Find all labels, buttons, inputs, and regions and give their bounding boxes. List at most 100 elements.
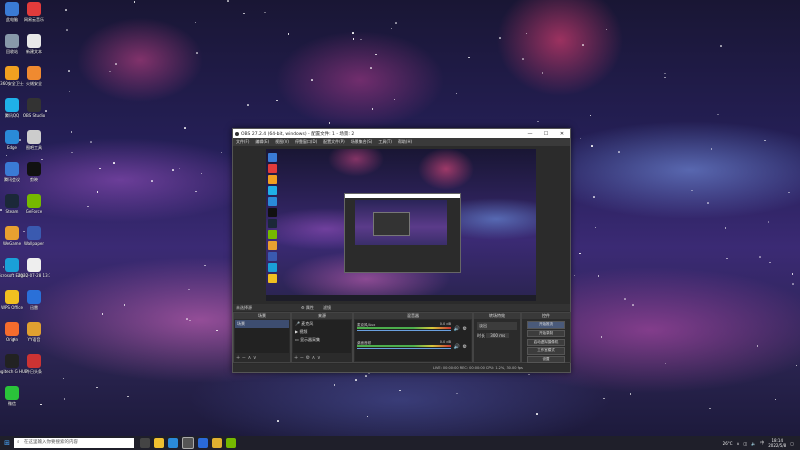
volume-slider[interactable] (357, 348, 451, 349)
system-tray: 26°C ∧ ◫ 🔈 中 18:14 2022/5/8 ▢ (723, 438, 800, 448)
source-item[interactable]: 🎤 麦克风 (293, 320, 351, 328)
studio-mode-button[interactable]: 工作室模式 (527, 347, 565, 355)
desktop-shortcut[interactable]: 剪映 (18, 162, 50, 182)
gear-icon[interactable]: ⚙ (463, 326, 467, 332)
mixer-dock: 混音器 麦克风/Aux 0.0 dB 🔊 ⚙ 桌面音频 0.0 dB 🔊 ⚙ (353, 312, 473, 363)
preview-taskbar (266, 295, 536, 301)
menu-tools[interactable]: 工具(T) (375, 139, 395, 145)
close-button[interactable]: ✕ (554, 131, 570, 137)
controls-dock: 控件 开始推流 开始录制 启动虚拟摄像机 工作室模式 设置 退出 (521, 312, 571, 373)
menu-docks[interactable]: 停靠窗口(D) (292, 139, 320, 145)
gear-icon[interactable]: ⚙ (306, 355, 310, 361)
duration-input[interactable]: 300 ms (486, 333, 510, 338)
properties-button[interactable]: ⚙ 属性 (301, 304, 314, 311)
move-down-icon[interactable]: ∨ (253, 355, 257, 361)
desktop-shortcut[interactable]: 今日头条 (18, 354, 50, 374)
app-icon[interactable] (226, 438, 236, 448)
app-icon (27, 354, 41, 368)
menu-profile[interactable]: 配置文件(P) (320, 139, 348, 145)
app-icon (5, 258, 19, 272)
minimize-button[interactable]: — (522, 131, 538, 137)
volume-slider[interactable] (357, 330, 451, 331)
ime-indicator[interactable]: 中 (760, 440, 764, 446)
mic-icon: 🎤 (295, 321, 300, 326)
speaker-icon[interactable]: 🔈 (751, 441, 756, 446)
sources-list: 🎤 麦克风 ▶ 视频 ▭ 显示器采集 (293, 320, 351, 353)
gear-icon[interactable]: ⚙ (463, 344, 467, 350)
desktop-shortcut[interactable]: OBS Studio (18, 98, 50, 118)
menu-scene-collection[interactable]: 场景集合(S) (348, 139, 376, 145)
move-up-icon[interactable]: ∧ (248, 355, 252, 361)
obs-window[interactable]: OBS 27.2.4 (64-bit, windows) - 配置文件: 1 -… (232, 128, 571, 373)
app-icon (5, 66, 19, 80)
start-recording-button[interactable]: 开始录制 (527, 329, 565, 338)
move-up-icon[interactable]: ∧ (312, 355, 316, 361)
weather-temp[interactable]: 26°C (723, 441, 733, 446)
menu-edit[interactable]: 编辑(E) (252, 139, 272, 145)
speaker-icon[interactable]: 🔊 (454, 344, 460, 350)
desktop-shortcut[interactable]: 网易云音乐 (18, 2, 50, 22)
menu-help[interactable]: 帮助(H) (395, 139, 415, 145)
shortcut-label: 新建文本 (26, 49, 42, 54)
app-icon (5, 2, 19, 16)
app-icon (27, 2, 41, 16)
app-icon (5, 162, 19, 176)
start-streaming-button[interactable]: 开始推流 (527, 321, 565, 329)
desktop-shortcut[interactable]: 新建文本 (18, 34, 50, 54)
duration-label: 时长 (477, 333, 485, 338)
add-scene-button[interactable]: + (236, 355, 240, 361)
desktop-shortcut[interactable]: GeForce (18, 194, 50, 214)
desktop-shortcut[interactable]: 2022-07-28 13:30 (18, 258, 50, 278)
windows-start-icon[interactable]: ⊞ (0, 439, 14, 447)
desktop-shortcut[interactable]: 火绒安全 (18, 66, 50, 86)
app-icon (27, 322, 41, 336)
search-placeholder: 在这里输入你要搜索的内容 (24, 440, 78, 445)
shortcut-label: GeForce (25, 209, 43, 214)
shortcut-label: 迅雷 (30, 305, 38, 310)
move-down-icon[interactable]: ∨ (317, 355, 321, 361)
transition-select[interactable]: 淡出 (477, 322, 517, 330)
desktop-shortcut[interactable]: Wallpaper (18, 226, 50, 246)
task-view-icon[interactable] (140, 438, 150, 448)
obs-preview[interactable] (266, 149, 536, 301)
edge-icon[interactable] (168, 438, 178, 448)
clock[interactable]: 18:14 2022/5/8 (768, 438, 786, 448)
speaker-icon[interactable]: 🔊 (454, 326, 460, 332)
chevron-up-icon[interactable]: ∧ (737, 441, 740, 446)
obs-taskbar-icon[interactable] (182, 437, 194, 449)
app-icon[interactable] (212, 438, 222, 448)
obs-logo-icon (235, 131, 239, 136)
shortcut-label: YY语音 (27, 337, 41, 342)
menu-file[interactable]: 文件(F) (233, 139, 252, 145)
monitor-icon: ▭ (295, 337, 299, 342)
obs-titlebar[interactable]: OBS 27.2.4 (64-bit, windows) - 配置文件: 1 -… (233, 129, 570, 138)
obs-statusbar: LIVE: 00:00:00 REC: 00:00:00 CPU: 1.2%, … (233, 364, 570, 372)
menu-view[interactable]: 视图(V) (272, 139, 292, 145)
mixer-dock-title: 混音器 (354, 313, 472, 319)
scene-item[interactable]: 场景 (235, 320, 289, 328)
network-icon[interactable]: ◫ (743, 441, 747, 446)
channel-db: 0.0 dB (439, 322, 451, 326)
file-explorer-icon[interactable] (154, 438, 164, 448)
add-source-button[interactable]: + (294, 355, 298, 361)
desktop-shortcut[interactable]: 微信 (0, 386, 28, 406)
filters-button[interactable]: 滤镜 (323, 304, 331, 311)
notification-icon[interactable]: ▢ (790, 441, 794, 446)
maximize-button[interactable]: ☐ (538, 131, 554, 137)
taskbar-search-input[interactable]: ⌕ 在这里输入你要搜索的内容 (14, 438, 134, 448)
app-icon (27, 290, 41, 304)
remove-scene-button[interactable]: − (242, 355, 246, 361)
desktop-shortcut[interactable]: YY语音 (18, 322, 50, 342)
app-icon (5, 34, 19, 48)
start-virtual-camera-button[interactable]: 启动虚拟摄像机 (527, 338, 565, 347)
settings-button[interactable]: 设置 (527, 355, 565, 364)
desktop-shortcut[interactable]: 迅雷 (18, 290, 50, 310)
scenes-dock: 场景 场景 + − ∧ ∨ (233, 312, 291, 363)
remove-source-button[interactable]: − (300, 355, 304, 361)
source-item[interactable]: ▭ 显示器采集 (293, 336, 351, 344)
desktop-shortcut[interactable]: 图吧工具 (18, 130, 50, 150)
app-icon[interactable] (198, 438, 208, 448)
obs-docks: 未选择源 ⚙ 属性 滤镜 场景 场景 + − ∧ ∨ 来源 🎤 麦克风 ▶ 视频… (233, 304, 571, 373)
channel-db: 0.0 dB (439, 340, 451, 344)
source-item[interactable]: ▶ 视频 (293, 328, 351, 336)
